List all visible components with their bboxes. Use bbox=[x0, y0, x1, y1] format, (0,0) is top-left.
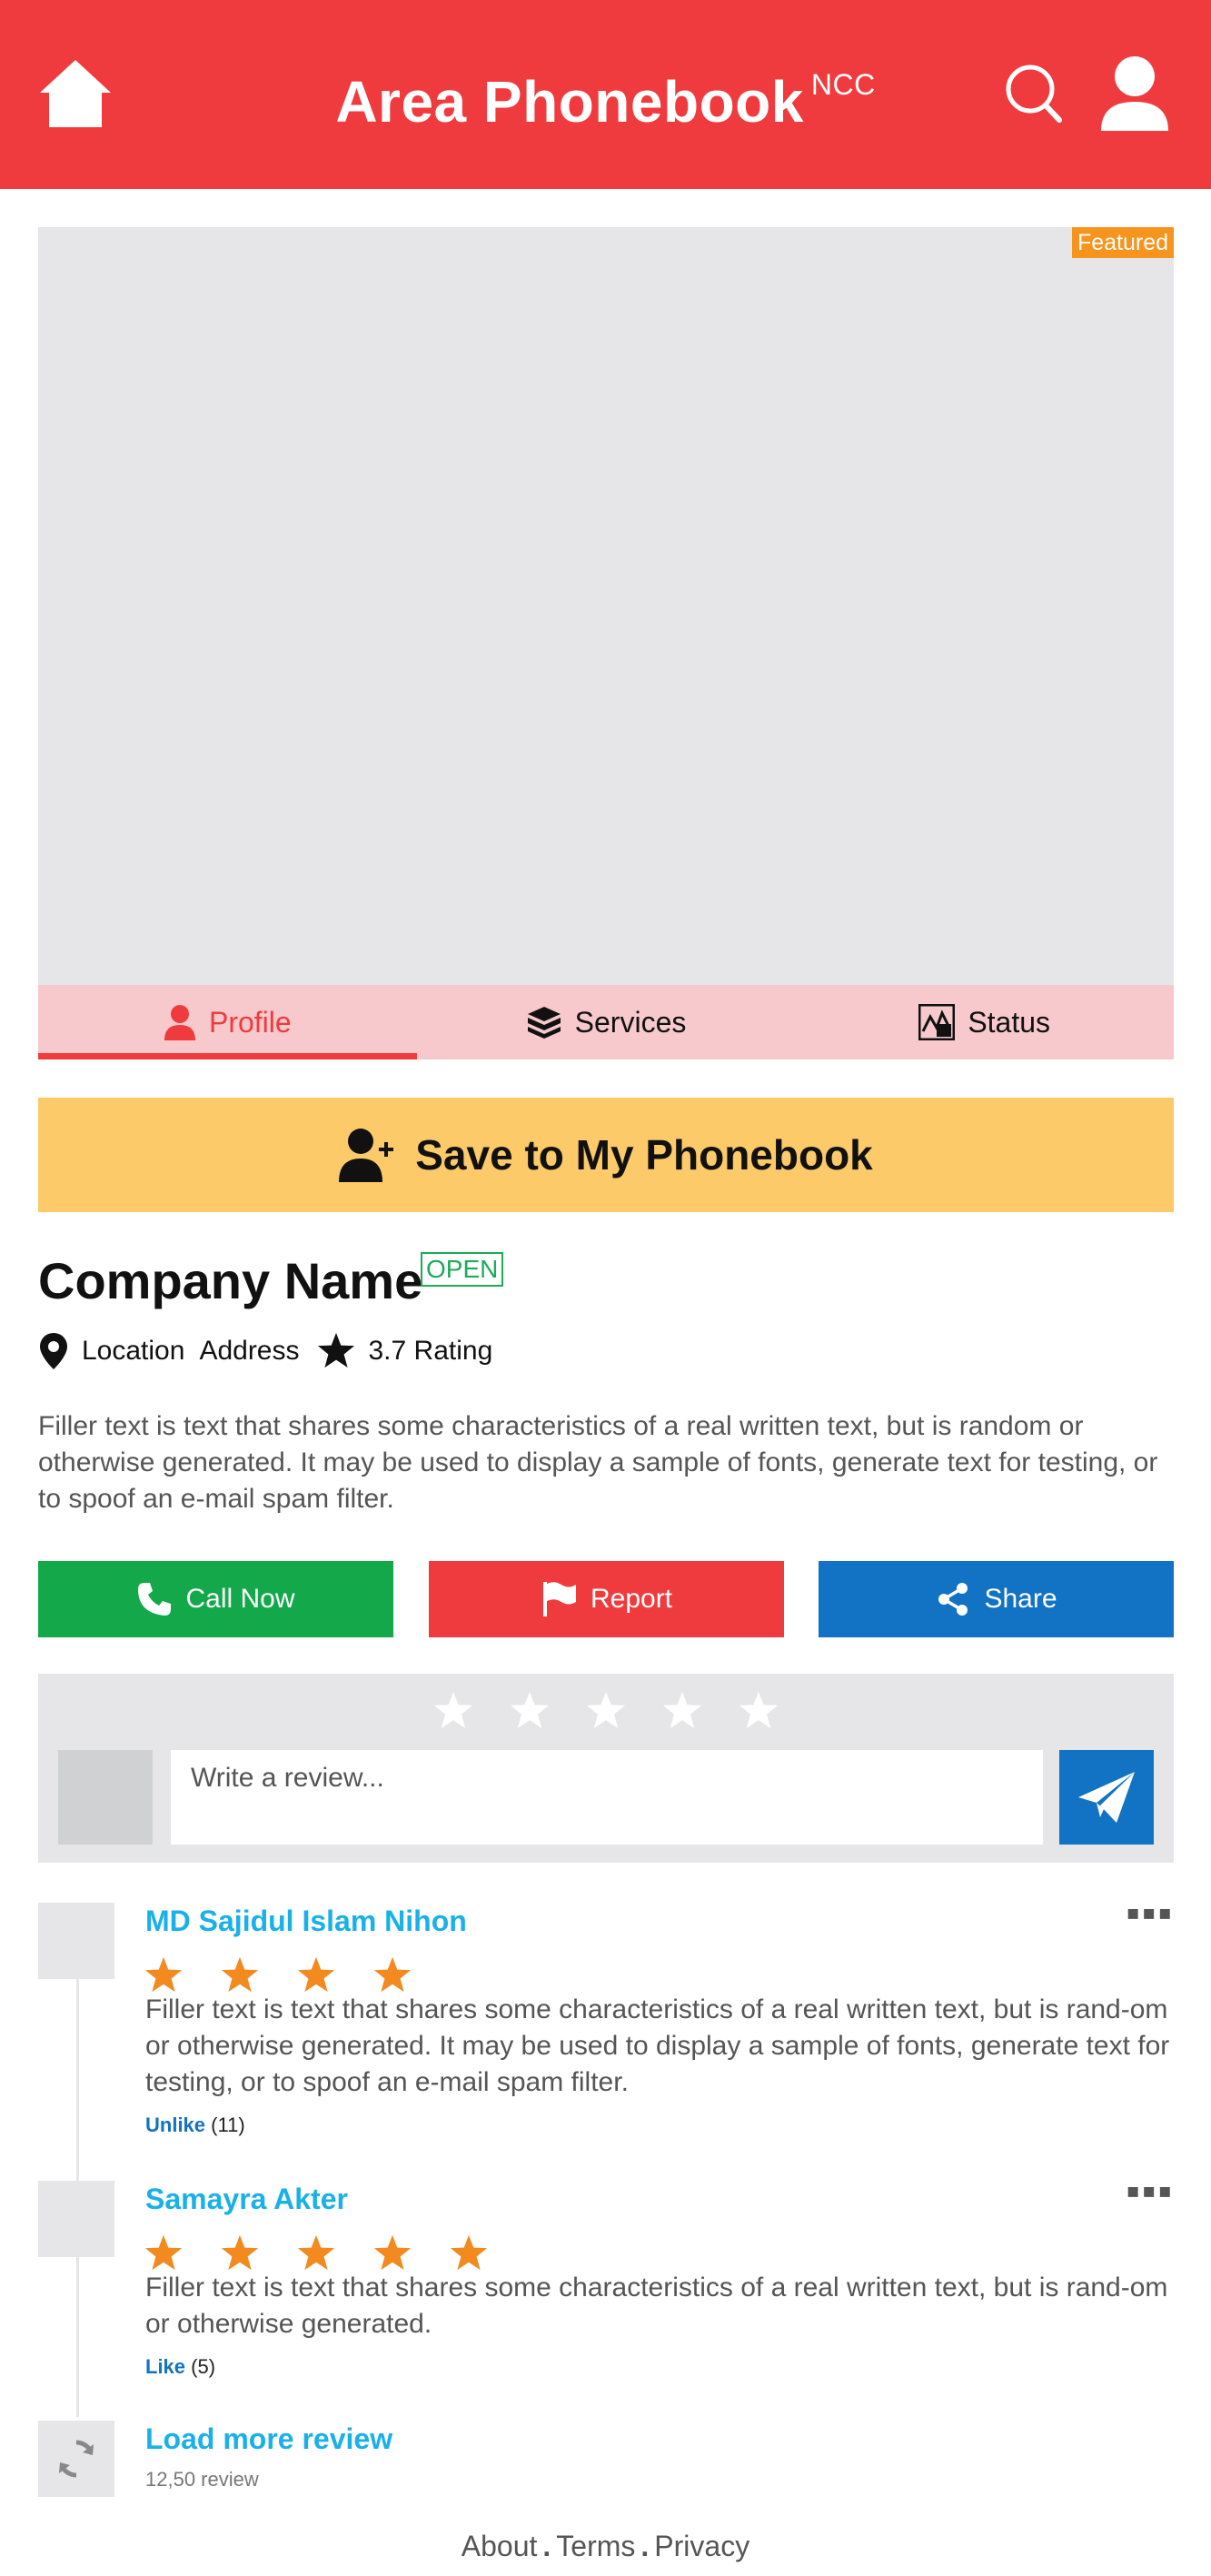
share-icon bbox=[938, 1583, 968, 1616]
privacy-link[interactable]: Privacy bbox=[654, 2530, 749, 2562]
rate-star-icon[interactable] bbox=[432, 1690, 474, 1732]
footer-dot: . bbox=[640, 2530, 650, 2562]
review-item: MD Sajidul Islam Nihon ▪▪▪ Filler text i… bbox=[38, 1894, 1174, 2148]
send-review-button[interactable] bbox=[1059, 1750, 1154, 1845]
star-icon bbox=[221, 2234, 259, 2271]
refresh-icon[interactable] bbox=[38, 2421, 114, 2497]
app-title-superscript: NCC bbox=[810, 68, 876, 101]
reviewer-name[interactable]: MD Sajidul Islam Nihon bbox=[145, 1903, 467, 1939]
star-icon bbox=[297, 1956, 335, 1993]
company-description: Filler text is text that shares some cha… bbox=[38, 1411, 1158, 1514]
tab-status-label: Status bbox=[968, 1005, 1051, 1039]
add-user-icon bbox=[339, 1129, 394, 1182]
rate-star-icon[interactable] bbox=[509, 1690, 551, 1732]
company-name: Company Name bbox=[38, 1252, 423, 1309]
save-to-phonebook-button[interactable]: Save to My Phonebook bbox=[38, 1098, 1174, 1212]
share-label: Share bbox=[984, 1584, 1057, 1614]
review-input[interactable] bbox=[171, 1750, 1043, 1845]
star-icon bbox=[450, 2234, 488, 2271]
rate-star-icon[interactable] bbox=[661, 1690, 703, 1732]
send-icon bbox=[1078, 1772, 1135, 1823]
rating-stars-input bbox=[38, 1690, 1174, 1732]
person-icon bbox=[164, 1005, 195, 1040]
user-icon[interactable] bbox=[1097, 55, 1172, 133]
call-now-label: Call Now bbox=[185, 1584, 295, 1614]
unlike-link[interactable]: Unlike bbox=[145, 2114, 205, 2136]
star-icon bbox=[297, 2234, 335, 2271]
rate-star-icon[interactable] bbox=[738, 1690, 779, 1732]
search-icon[interactable] bbox=[1003, 62, 1063, 125]
review-stars bbox=[144, 1955, 412, 1995]
current-user-avatar bbox=[58, 1750, 153, 1845]
tab-services-label: Services bbox=[574, 1005, 687, 1039]
review-count: 12,50 review bbox=[145, 2468, 259, 2491]
cover-image: Featured bbox=[38, 227, 1174, 985]
company-meta: Location Address 3.7 Rating bbox=[38, 1328, 492, 1374]
rating-text: 3.7 Rating bbox=[368, 1336, 493, 1366]
share-button[interactable]: Share bbox=[819, 1561, 1174, 1637]
star-icon bbox=[144, 1956, 183, 1993]
like-count: (5) bbox=[191, 2355, 216, 2378]
rate-star-icon[interactable] bbox=[585, 1690, 627, 1732]
write-review-panel bbox=[38, 1674, 1174, 1863]
app-header: Area Phonebook NCC bbox=[0, 0, 1211, 189]
address-text: Address bbox=[199, 1336, 300, 1366]
reviewer-avatar bbox=[38, 1903, 114, 1979]
featured-badge: Featured bbox=[1071, 227, 1174, 258]
load-more-link[interactable]: Load more review bbox=[145, 2421, 392, 2457]
location-text: Location bbox=[82, 1336, 185, 1366]
load-more-section: Load more review 12,50 review bbox=[38, 2421, 492, 2497]
box-icon bbox=[527, 1007, 561, 1039]
profile-tabs: Profile Services Status bbox=[38, 985, 1174, 1059]
action-buttons: Call Now Report Share bbox=[38, 1561, 1174, 1637]
tab-profile[interactable]: Profile bbox=[38, 985, 417, 1059]
star-icon bbox=[373, 2234, 412, 2271]
tab-services[interactable]: Services bbox=[417, 985, 796, 1059]
open-status-badge: OPEN bbox=[421, 1252, 504, 1287]
location-pin-icon bbox=[40, 1333, 67, 1369]
review-text: Filler text is text that shares some cha… bbox=[145, 1994, 1170, 2097]
report-label: Report bbox=[590, 1584, 673, 1614]
status-icon bbox=[918, 1004, 956, 1040]
call-now-button[interactable]: Call Now bbox=[38, 1561, 393, 1637]
review-text: Filler text is text that shares some cha… bbox=[145, 2273, 1168, 2339]
save-button-label: Save to My Phonebook bbox=[415, 1131, 873, 1179]
like-row: Unlike (11) bbox=[145, 2114, 245, 2137]
more-options-icon[interactable]: ▪▪▪ bbox=[1126, 1894, 1174, 1934]
tab-status[interactable]: Status bbox=[795, 985, 1174, 1059]
like-row: Like (5) bbox=[145, 2355, 215, 2379]
flag-icon bbox=[542, 1582, 576, 1616]
like-link[interactable]: Like bbox=[145, 2355, 185, 2378]
report-button[interactable]: Report bbox=[428, 1561, 784, 1637]
like-count: (11) bbox=[211, 2114, 245, 2136]
star-icon bbox=[144, 2234, 183, 2271]
review-stars bbox=[144, 2233, 489, 2273]
terms-link[interactable]: Terms bbox=[556, 2530, 635, 2562]
review-item: Samayra Akter ▪▪▪ Filler text is text th… bbox=[38, 2172, 1174, 2390]
footer: About. Terms. Privacy bbox=[0, 2528, 1211, 2564]
about-link[interactable]: About bbox=[462, 2530, 538, 2562]
tab-profile-label: Profile bbox=[208, 1005, 292, 1039]
reviewer-name[interactable]: Samayra Akter bbox=[145, 2181, 348, 2217]
reviewer-avatar bbox=[38, 2181, 114, 2257]
footer-dot: . bbox=[542, 2530, 551, 2562]
more-options-icon[interactable]: ▪▪▪ bbox=[1126, 2172, 1174, 2212]
star-icon bbox=[317, 1332, 354, 1368]
star-icon bbox=[221, 1956, 259, 1993]
star-icon bbox=[373, 1956, 412, 1993]
phone-icon bbox=[138, 1583, 172, 1616]
